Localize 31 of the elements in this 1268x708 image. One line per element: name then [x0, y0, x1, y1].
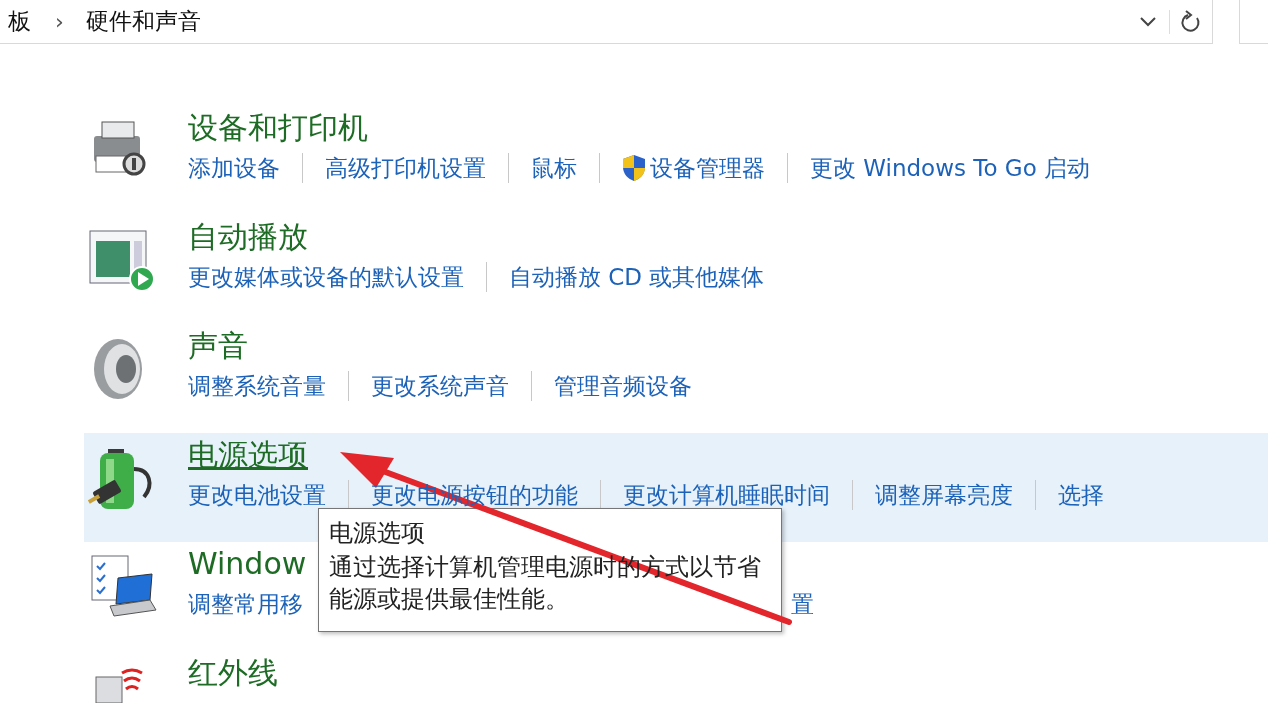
- task-link[interactable]: 更改系统声音: [371, 370, 509, 402]
- category-title-link[interactable]: 声音: [188, 326, 248, 366]
- task-link[interactable]: 高级打印机设置: [325, 152, 486, 184]
- laptop-checklist-icon: [88, 554, 158, 620]
- task-link[interactable]: 更改电池设置: [188, 479, 326, 511]
- task-link[interactable]: 添加设备: [188, 152, 280, 184]
- task-link[interactable]: 管理音频设备: [554, 370, 692, 402]
- task-link[interactable]: 更改媒体或设备的默认设置: [188, 261, 464, 293]
- task-link[interactable]: 置: [791, 588, 814, 620]
- task-link[interactable]: 鼠标: [531, 152, 577, 184]
- task-link[interactable]: 更改计算机睡眠时间: [623, 479, 830, 511]
- category-title-link[interactable]: 电源选项: [188, 435, 308, 475]
- breadcrumb-separator: ›: [55, 9, 64, 34]
- breadcrumb-item[interactable]: 硬件和声音: [85, 6, 201, 37]
- task-link[interactable]: 调整系统音量: [188, 370, 326, 402]
- task-link[interactable]: 选择: [1058, 479, 1104, 511]
- task-link[interactable]: 调整常用移: [188, 588, 303, 620]
- task-link[interactable]: 自动播放 CD 或其他媒体: [509, 261, 765, 293]
- task-link[interactable]: 设备管理器: [650, 152, 765, 184]
- breadcrumb-item[interactable]: 板: [8, 6, 31, 37]
- task-link[interactable]: 更改 Windows To Go 启动: [810, 152, 1091, 184]
- category-title-link[interactable]: Window: [188, 544, 307, 584]
- category-title-link[interactable]: 红外线: [188, 653, 278, 693]
- tooltip-title: 电源选项: [329, 518, 426, 549]
- search-field[interactable]: [1239, 0, 1268, 44]
- refresh-icon[interactable]: [1169, 9, 1202, 34]
- category-title-link[interactable]: 自动播放: [188, 217, 308, 257]
- category-title-link[interactable]: 设备和打印机: [188, 108, 368, 148]
- dropdown-icon[interactable]: [1139, 15, 1157, 28]
- task-link[interactable]: 调整屏幕亮度: [875, 479, 1013, 511]
- address-bar[interactable]: 板 › 硬件和声音: [0, 0, 1213, 44]
